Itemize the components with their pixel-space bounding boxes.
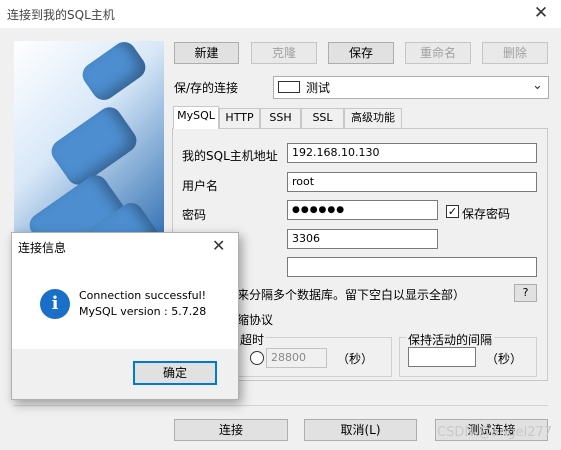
save-password-label: 保存密码 — [462, 207, 511, 221]
database-hint: 来分隔多个数据库。留下空白以显示全部） — [237, 288, 466, 302]
dialog-ok-button[interactable]: 确定 — [133, 361, 217, 385]
timeout-label: 超时 — [238, 331, 267, 348]
password-input[interactable]: ●●●●●● — [287, 200, 438, 220]
new-button[interactable]: 新建 — [174, 42, 239, 64]
delete-button[interactable]: 删除 — [482, 42, 548, 64]
tab-http[interactable]: HTTP — [219, 108, 260, 128]
host-label: 我的SQL主机地址 — [182, 149, 278, 163]
window-title: 连接到我的SQL主机 — [7, 8, 115, 22]
save-password-checkbox[interactable]: ✓ — [446, 205, 459, 218]
database-input[interactable] — [287, 257, 537, 277]
help-button[interactable]: ? — [514, 284, 537, 302]
connection-info-dialog: 连接信息 ✕ i Connection successful! MySQL ve… — [11, 232, 239, 400]
watermark: CSDN @angel277 — [437, 425, 553, 440]
tab-ssh[interactable]: SSH — [260, 108, 301, 128]
info-icon: i — [40, 289, 70, 319]
rename-button[interactable]: 重命名 — [405, 42, 471, 64]
keepalive-label: 保持活动的间隔 — [406, 331, 495, 348]
timeout-radio[interactable] — [250, 351, 264, 365]
tab-advanced[interactable]: 高级功能 — [344, 108, 402, 128]
tab-mysql[interactable]: MySQL — [173, 106, 219, 129]
saved-connection-select[interactable]: 测试 ⌄ — [273, 76, 549, 99]
host-input[interactable]: 192.168.10.130 — [287, 143, 537, 163]
dialog-message-line1: Connection successful! — [79, 289, 207, 302]
user-label: 用户名 — [182, 179, 219, 193]
password-label: 密码 — [182, 208, 207, 222]
color-swatch — [278, 81, 300, 93]
connect-button[interactable]: 连接 — [174, 419, 288, 441]
save-button[interactable]: 保存 — [328, 42, 394, 64]
clone-button[interactable]: 克隆 — [251, 42, 317, 64]
footer-divider — [14, 405, 548, 406]
dialog-title: 连接信息 — [18, 241, 67, 255]
chevron-down-icon: ⌄ — [532, 78, 543, 93]
keepalive-input[interactable] — [408, 347, 476, 367]
dialog-message-line2: MySQL version : 5.7.28 — [79, 305, 207, 318]
saved-connection-value: 测试 — [306, 81, 331, 95]
timeout-input[interactable]: 28800 — [266, 348, 327, 368]
compress-label: 缩协议 — [237, 313, 274, 327]
timeout-unit: （秒） — [337, 352, 374, 366]
cancel-button[interactable]: 取消(L) — [304, 419, 417, 441]
saved-connection-label: 保/存的连接 — [174, 81, 239, 95]
keepalive-unit: （秒） — [486, 352, 523, 366]
port-input[interactable]: 3306 — [287, 229, 438, 249]
dialog-close-button[interactable]: ✕ — [212, 236, 225, 255]
tab-ssl[interactable]: SSL — [301, 108, 344, 128]
window-close-button[interactable]: ✕ — [526, 0, 556, 28]
user-input[interactable]: root — [287, 172, 537, 192]
